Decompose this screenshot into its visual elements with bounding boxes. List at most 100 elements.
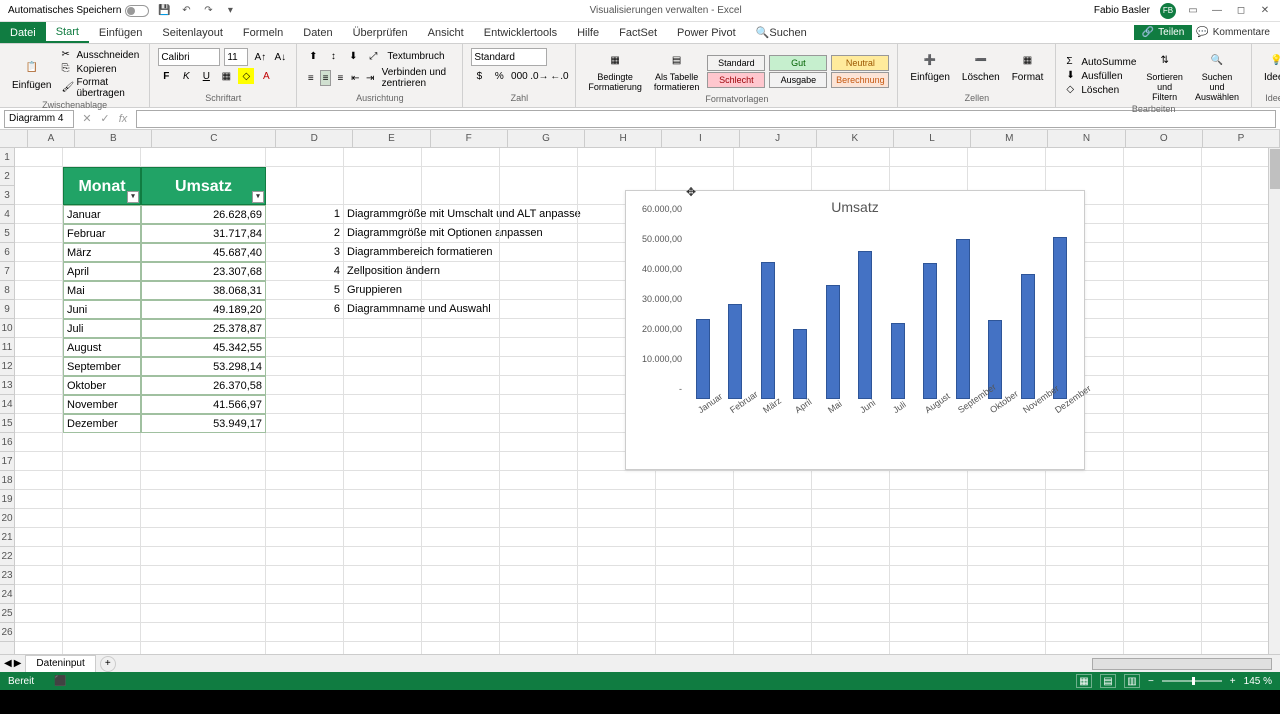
cell-K24[interactable] (812, 604, 890, 623)
cell-L19[interactable] (890, 509, 968, 528)
decrease-font-icon[interactable]: A↓ (272, 49, 288, 65)
border-button[interactable]: ▦ (218, 68, 234, 84)
cell-B8[interactable]: Juni (63, 300, 141, 319)
cell-B16[interactable] (63, 452, 141, 471)
cell-H24[interactable] (578, 604, 656, 623)
cell-E25[interactable] (344, 623, 422, 642)
cell-I17[interactable] (656, 471, 734, 490)
decimal-inc-icon[interactable]: .0→ (531, 68, 547, 84)
cell-F5[interactable] (422, 243, 500, 262)
cell-N19[interactable] (1046, 509, 1124, 528)
cell-H26[interactable] (578, 642, 656, 654)
cell-D7[interactable]: 5 (266, 281, 344, 300)
add-sheet-button[interactable]: + (100, 656, 116, 672)
find-select-button[interactable]: 🔍Suchen und Auswählen (1191, 48, 1243, 104)
cell-I24[interactable] (656, 604, 734, 623)
col-header-N[interactable]: N (1048, 130, 1125, 147)
cell-G13[interactable] (500, 395, 578, 414)
cell-F13[interactable] (422, 395, 500, 414)
maximize-icon[interactable]: ◻ (1234, 4, 1248, 18)
cell-J18[interactable] (734, 490, 812, 509)
cell-O11[interactable] (1124, 357, 1202, 376)
cell-D9[interactable] (266, 319, 344, 338)
currency-icon[interactable]: $ (471, 68, 487, 84)
cell-E19[interactable] (344, 509, 422, 528)
cell-O13[interactable] (1124, 395, 1202, 414)
tab-data[interactable]: Daten (293, 22, 342, 43)
ideas-button[interactable]: 💡Ideen (1260, 48, 1280, 85)
cell-E15[interactable] (344, 433, 422, 452)
cell-N20[interactable] (1046, 528, 1124, 547)
cell-A6[interactable] (15, 262, 63, 281)
cell-B6[interactable]: April (63, 262, 141, 281)
cell-N21[interactable] (1046, 547, 1124, 566)
col-header-F[interactable]: F (431, 130, 508, 147)
cell-A22[interactable] (15, 566, 63, 585)
cell-D17[interactable] (266, 471, 344, 490)
cell-O22[interactable] (1124, 566, 1202, 585)
cell-B14[interactable]: Dezember (63, 414, 141, 433)
cell-G3[interactable] (500, 205, 578, 224)
autosave-toggle[interactable]: Automatisches Speichern (8, 5, 149, 17)
confirm-formula-icon[interactable]: ✓ (96, 110, 114, 128)
cell-H22[interactable] (578, 566, 656, 585)
cell-F21[interactable] (422, 547, 500, 566)
cell-M19[interactable] (968, 509, 1046, 528)
cell-D16[interactable] (266, 452, 344, 471)
redo-icon[interactable]: ↷ (201, 4, 215, 18)
cell-F14[interactable] (422, 414, 500, 433)
zoom-slider[interactable] (1162, 680, 1222, 682)
cell-J21[interactable] (734, 547, 812, 566)
cell-O9[interactable] (1124, 319, 1202, 338)
table-header-month[interactable]: Monat▾ (63, 167, 141, 205)
cell-F18[interactable] (422, 490, 500, 509)
cell-A3[interactable] (15, 205, 63, 224)
cell-C1[interactable] (141, 148, 266, 167)
tab-file[interactable]: Datei (0, 22, 46, 43)
cell-D26[interactable] (266, 642, 344, 654)
cell-B9[interactable]: Juli (63, 319, 141, 338)
cell-C22[interactable] (141, 566, 266, 585)
cell-E4[interactable]: Diagrammgröße mit Optionen anpassen (344, 224, 422, 243)
cell-C5[interactable]: 45.687,40 (141, 243, 266, 262)
row-header-20[interactable]: 20 (0, 509, 14, 528)
font-size-input[interactable] (224, 48, 248, 66)
cell-F11[interactable] (422, 357, 500, 376)
style-neutral[interactable]: Neutral (831, 55, 889, 71)
cell-A8[interactable] (15, 300, 63, 319)
qat-more-icon[interactable]: ▾ (223, 4, 237, 18)
cell-B17[interactable] (63, 471, 141, 490)
cell-D12[interactable] (266, 376, 344, 395)
cell-E9[interactable] (344, 319, 422, 338)
close-icon[interactable]: ✕ (1258, 4, 1272, 18)
cell-G5[interactable] (500, 243, 578, 262)
cell-G4[interactable] (500, 224, 578, 243)
cell-L26[interactable] (890, 642, 968, 654)
cell-N23[interactable] (1046, 585, 1124, 604)
sheet-tab-dateninput[interactable]: Dateninput (25, 655, 95, 672)
fx-icon[interactable]: fx (114, 110, 132, 128)
cell-E22[interactable] (344, 566, 422, 585)
cell-A17[interactable] (15, 471, 63, 490)
cell-A7[interactable] (15, 281, 63, 300)
cell-H23[interactable] (578, 585, 656, 604)
cell-N25[interactable] (1046, 623, 1124, 642)
row-header-10[interactable]: 10 (0, 319, 14, 338)
cell-I26[interactable] (656, 642, 734, 654)
cell-A2[interactable] (15, 167, 63, 205)
cell-M22[interactable] (968, 566, 1046, 585)
cell-O3[interactable] (1124, 205, 1202, 224)
cell-G16[interactable] (500, 452, 578, 471)
cell-O6[interactable] (1124, 262, 1202, 281)
row-header-24[interactable]: 24 (0, 585, 14, 604)
minimize-icon[interactable]: — (1210, 4, 1224, 18)
chart-bar[interactable] (1021, 274, 1035, 399)
cell-I19[interactable] (656, 509, 734, 528)
col-header-P[interactable]: P (1203, 130, 1280, 147)
cell-B3[interactable]: Januar (63, 205, 141, 224)
cell-L24[interactable] (890, 604, 968, 623)
cell-O1[interactable] (1124, 148, 1202, 167)
cell-M26[interactable] (968, 642, 1046, 654)
filter-icon[interactable]: ▾ (127, 191, 139, 203)
cell-C15[interactable] (141, 433, 266, 452)
